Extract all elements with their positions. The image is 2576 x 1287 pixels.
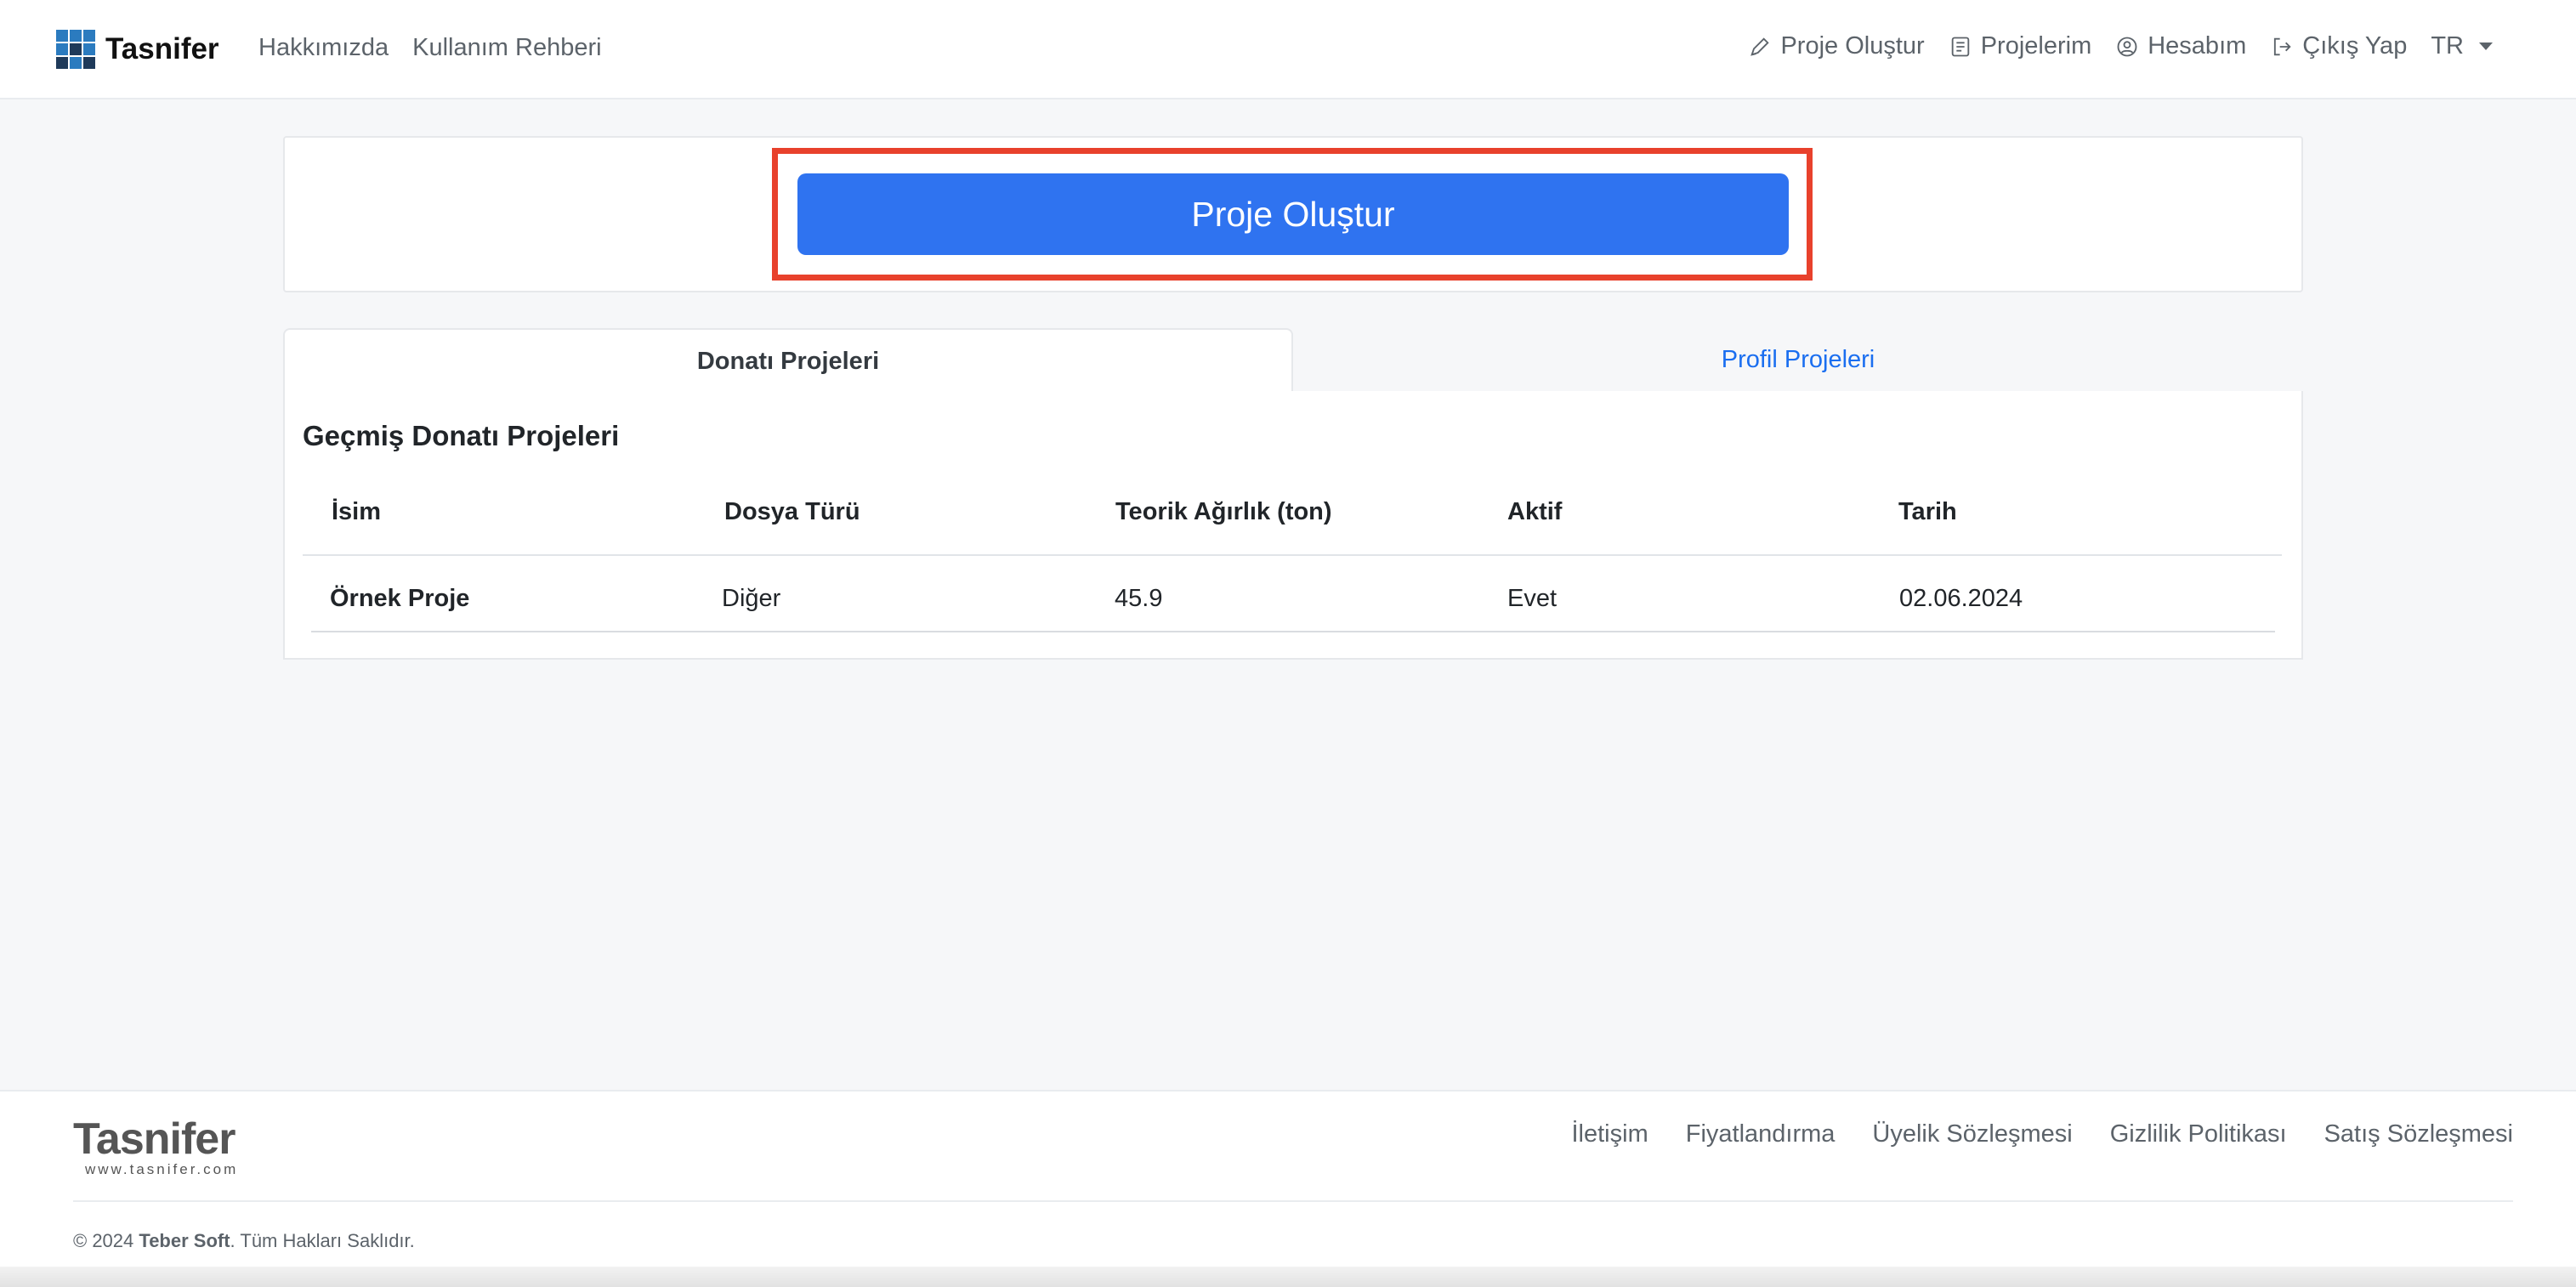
nav-right-links: Proje Oluştur Projelerim Hesabım Çıkış Y… — [1748, 32, 2493, 60]
logout-icon — [2274, 37, 2291, 55]
copyright-suffix: . Tüm Hakları Saklıdır. — [230, 1230, 415, 1251]
language-label: TR — [2431, 32, 2464, 60]
nav-create-project[interactable]: Proje Oluştur — [1748, 32, 1925, 60]
tasnifer-logo-icon — [56, 30, 95, 69]
nav-logout-label: Çıkış Yap — [2302, 32, 2408, 60]
nav-create-project-label: Proje Oluştur — [1780, 32, 1925, 60]
language-dropdown[interactable]: TR — [2431, 32, 2493, 60]
copyright-prefix: © 2024 — [73, 1230, 139, 1251]
top-navbar: Tasnifer Hakkımızda Kullanım Rehberi Pro… — [0, 0, 2576, 99]
nav-left-links: Hakkımızda Kullanım Rehberi — [258, 34, 602, 62]
footer — [0, 1090, 2576, 1287]
table-header-date: Tarih — [1898, 498, 1957, 525]
footer-link-contact[interactable]: İletişim — [1572, 1120, 1648, 1148]
nav-account[interactable]: Hesabım — [2115, 32, 2246, 60]
nav-account-label: Hesabım — [2148, 32, 2247, 60]
footer-links: İletişim Fiyatlandırma Üyelik Sözleşmesi… — [1572, 1120, 2514, 1148]
footer-logo-name: Tasnifer — [73, 1114, 235, 1164]
footer-divider — [73, 1200, 2513, 1202]
chevron-down-icon — [2479, 43, 2493, 50]
table-cell-weight: 45.9 — [1115, 585, 1163, 612]
table-cell-name[interactable]: Örnek Proje — [330, 585, 469, 613]
brand-name: Tasnifer — [105, 32, 219, 65]
nav-logout[interactable]: Çıkış Yap — [2270, 32, 2407, 60]
tab-rebar-projects[interactable]: Donatı Projeleri — [283, 328, 1293, 393]
section-title: Geçmiş Donatı Projeleri — [303, 420, 620, 451]
tab-profile-projects[interactable]: Profil Projeleri — [1293, 328, 2303, 393]
table-header-name: İsim — [332, 498, 382, 525]
footer-logo-url: www.tasnifer.com — [85, 1161, 239, 1177]
nav-my-projects-label: Projelerim — [1980, 32, 2092, 60]
table-row-divider — [311, 631, 2275, 632]
footer-link-pricing[interactable]: Fiyatlandırma — [1686, 1120, 1836, 1148]
footer-link-sales-agreement[interactable]: Satış Sözleşmesi — [2324, 1120, 2513, 1148]
brand-link[interactable]: Tasnifer — [56, 27, 219, 71]
bottom-shade — [0, 1267, 2576, 1287]
footer-link-membership-agreement[interactable]: Üyelik Sözleşmesi — [1872, 1120, 2072, 1148]
table-header-file-type: Dosya Türü — [724, 498, 860, 525]
table-header-weight: Teorik Ağırlık (ton) — [1115, 498, 1332, 525]
copyright-company: Teber Soft — [139, 1230, 230, 1251]
copyright-text: © 2024 Teber Soft. Tüm Hakları Saklıdır. — [73, 1230, 415, 1252]
nav-link-user-guide[interactable]: Kullanım Rehberi — [412, 34, 601, 62]
pencil-icon — [1750, 37, 1770, 56]
nav-my-projects[interactable]: Projelerim — [1949, 32, 2092, 60]
table-header-divider — [303, 554, 2282, 556]
table-cell-active: Evet — [1507, 585, 1558, 612]
nav-link-about[interactable]: Hakkımızda — [258, 34, 389, 62]
highlight-box — [772, 148, 1813, 281]
table-header-active: Aktif — [1507, 498, 1563, 525]
table-cell-file-type: Diğer — [722, 585, 781, 612]
table-cell-date: 02.06.2024 — [1899, 585, 2023, 612]
user-circle-icon — [2117, 37, 2137, 56]
document-list-icon — [1951, 37, 1969, 56]
footer-link-privacy-policy[interactable]: Gizlilik Politikası — [2110, 1120, 2287, 1148]
footer-logo[interactable]: Tasnifer www.tasnifer.com — [73, 1114, 238, 1178]
